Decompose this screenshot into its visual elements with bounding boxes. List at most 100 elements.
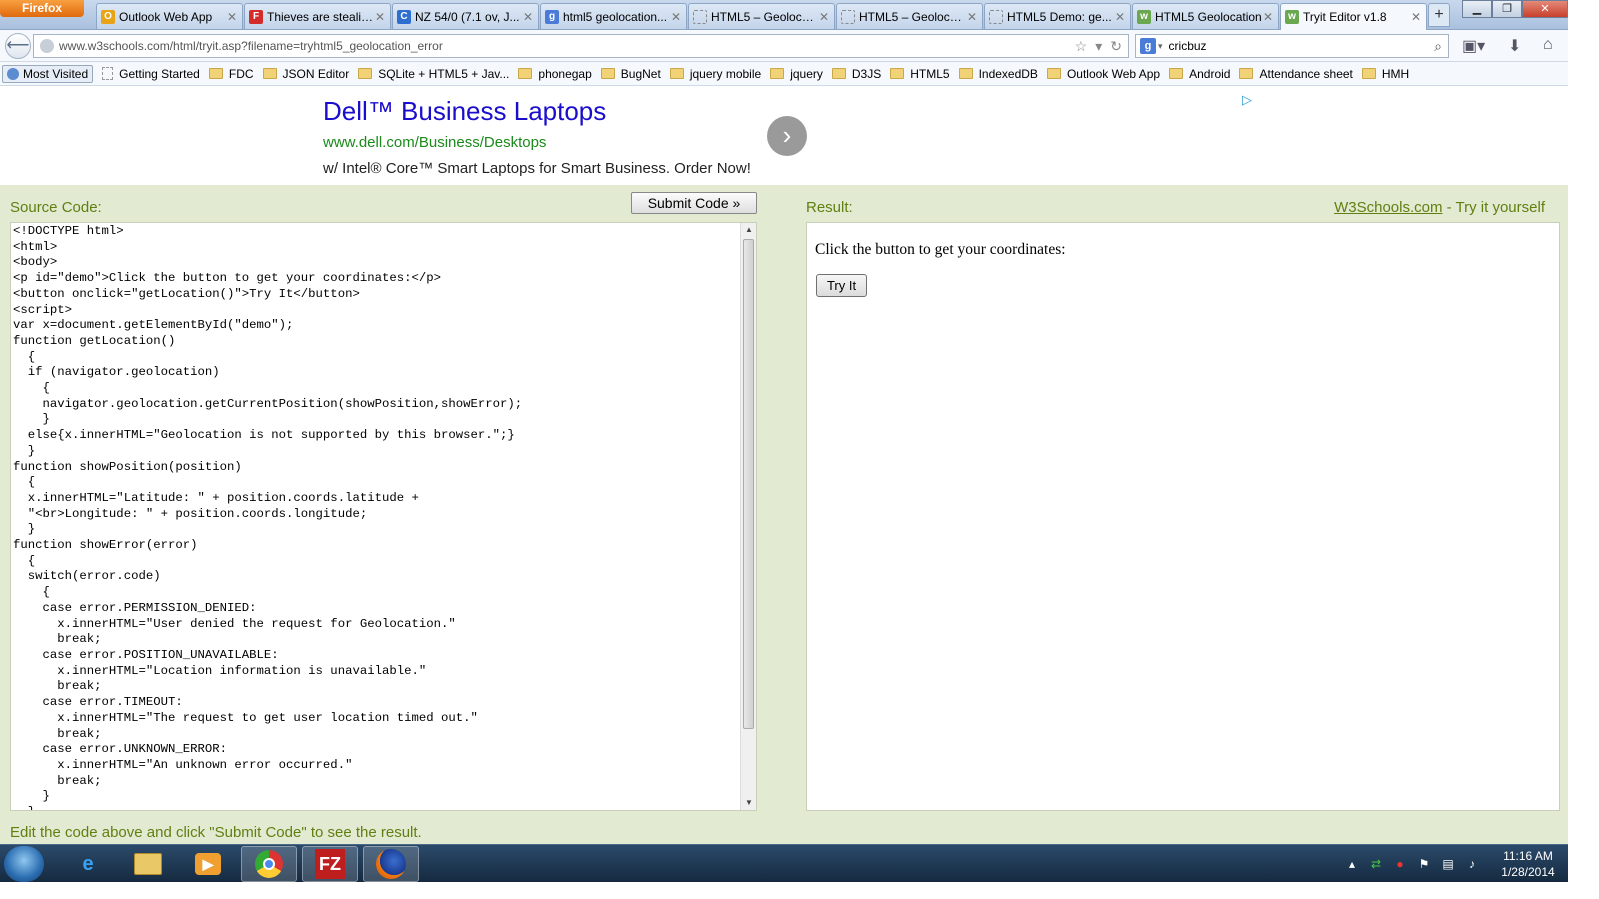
folder-icon (358, 68, 373, 79)
url-text[interactable]: www.w3schools.com/html/tryit.asp?filenam… (59, 39, 1075, 53)
submit-code-button[interactable]: Submit Code » (631, 192, 757, 214)
bookmark-item[interactable]: IndexedDB (958, 66, 1038, 81)
start-button[interactable] (4, 846, 44, 882)
firefox-menu-button[interactable]: Firefox (0, 0, 84, 17)
google-icon: g (545, 9, 559, 24)
bookmark-item[interactable]: jquery (770, 67, 823, 81)
close-window-button[interactable]: ✕ (1522, 0, 1568, 18)
clock[interactable]: 11:16 AM 1/28/2014 (1488, 848, 1568, 880)
action-center-flag-icon[interactable]: ⚑ (1416, 856, 1432, 872)
code-scrollbar[interactable]: ▲ ▼ (740, 223, 756, 810)
minimize-button[interactable]: ▁ (1462, 0, 1492, 18)
try-it-button[interactable]: Try It (816, 274, 867, 297)
bookmark-label: JSON Editor (282, 66, 350, 81)
tab-close-icon[interactable]: ✕ (1410, 10, 1422, 24)
new-tab-button[interactable]: + (1428, 3, 1450, 27)
result-label: Result: (806, 199, 853, 216)
bookmark-item[interactable]: D3JS (831, 67, 881, 81)
reload-icon[interactable]: ↻ (1110, 38, 1122, 55)
tab-close-icon[interactable]: ✕ (966, 10, 978, 24)
ad-url[interactable]: www.dell.com/Business/Desktops (323, 134, 546, 151)
google-search-engine-icon[interactable]: g (1140, 38, 1156, 54)
bookmark-label: phonegap (538, 66, 592, 81)
folder-icon (1169, 68, 1184, 79)
tab-close-icon[interactable]: ✕ (818, 10, 830, 24)
search-input[interactable]: cricbuz (1163, 39, 1435, 53)
tab-title: HTML5 – Geoloca... (711, 9, 818, 24)
tab-close-icon[interactable]: ✕ (374, 10, 386, 24)
home-icon[interactable]: ⌂ (1543, 36, 1553, 54)
media-player-icon[interactable]: ▶ (180, 846, 236, 882)
browser-tab[interactable]: w HTML5 Geolocation ✕ (1132, 3, 1279, 29)
adchoices-icon[interactable]: ▷ (1242, 92, 1252, 108)
back-button[interactable]: ⟵ (5, 33, 31, 59)
file-explorer-icon[interactable] (120, 846, 176, 882)
folder-icon (669, 68, 684, 79)
bookmark-label: SQLite + HTML5 + Jav... (378, 66, 510, 81)
scrollbar-thumb[interactable] (743, 239, 754, 729)
code-text[interactable]: <!DOCTYPE html> <html> <body> <p id="dem… (13, 224, 522, 810)
bookmark-item[interactable]: Android (1169, 67, 1230, 81)
tab-close-icon[interactable]: ✕ (226, 10, 238, 24)
bookmark-item[interactable]: HTML5 (890, 67, 950, 81)
bookmark-item[interactable]: JSON Editor (262, 66, 350, 81)
browser-tab[interactable]: g html5 geolocation... ✕ (540, 3, 687, 29)
browser-tab[interactable]: HTML5 – Geoloca... ✕ (688, 3, 835, 29)
bookmark-item[interactable]: Most Visited (2, 64, 94, 83)
address-bar[interactable]: www.w3schools.com/html/tryit.asp?filenam… (33, 34, 1129, 58)
folder-icon (1361, 68, 1376, 79)
bookmark-item[interactable]: Outlook Web App (1046, 67, 1160, 81)
internet-explorer-icon[interactable]: e (60, 846, 116, 882)
windows-taskbar: e ▶ FZ ▴ ⇄ ● ⚑ ▤ ♪ 11:16 AM 1/28/2014 (0, 844, 1568, 882)
bookmark-item[interactable]: SQLite + HTML5 + Jav... (358, 67, 509, 81)
downloads-icon[interactable]: ⬇ (1508, 36, 1521, 56)
browser-tab[interactable]: O Outlook Web App ✕ (96, 3, 243, 29)
browser-tab[interactable]: F Thieves are stealin... ✕ (244, 3, 391, 29)
antivirus-icon[interactable]: ● (1392, 856, 1408, 872)
volume-icon[interactable]: ♪ (1464, 856, 1480, 872)
search-icon[interactable]: ⌕ (1434, 38, 1442, 55)
browser-tab[interactable]: HTML5 Demo: ge... ✕ (984, 3, 1131, 29)
firefox-icon[interactable] (363, 846, 419, 882)
browser-tab[interactable]: C NZ 54/0 (7.1 ov, J... ✕ (392, 3, 539, 29)
bookmark-label: IndexedDB (978, 66, 1038, 81)
browser-tab[interactable]: HTML5 – Geoloca... ✕ (836, 3, 983, 29)
bookmark-item[interactable]: phonegap (518, 66, 592, 81)
tab-close-icon[interactable]: ✕ (522, 10, 534, 24)
source-code-label: Source Code: (10, 199, 102, 216)
folder-icon (600, 68, 615, 79)
bookmark-label: Attendance sheet (1259, 66, 1353, 81)
browser-tab[interactable]: w Tryit Editor v1.8 ✕ (1280, 3, 1427, 30)
blank-page-icon (693, 9, 707, 24)
restore-button[interactable]: ❐ (1492, 0, 1522, 18)
bookmark-item[interactable]: jquery mobile (669, 67, 761, 81)
search-box[interactable]: g ▾ cricbuz ⌕ (1135, 34, 1449, 58)
bookmark-item[interactable]: Getting Started (102, 67, 200, 81)
bookmark-item[interactable]: FDC (208, 67, 254, 81)
ad-title[interactable]: Dell™ Business Laptops (323, 96, 606, 127)
show-hidden-icons-arrow-icon[interactable]: ▴ (1344, 856, 1360, 872)
dropdown-arrow-icon[interactable]: ▾ (1095, 38, 1102, 55)
tab-title: Tryit Editor v1.8 (1303, 10, 1387, 24)
tab-title: NZ 54/0 (7.1 ov, J... (415, 9, 520, 24)
bookmark-item[interactable]: HMH (1361, 67, 1409, 81)
system-tray: ▴ ⇄ ● ⚑ ▤ ♪ 11:16 AM 1/28/2014 (1344, 845, 1568, 883)
ad-next-arrow-icon[interactable]: › (767, 116, 807, 156)
bookmark-star-icon[interactable]: ☆ (1075, 38, 1088, 55)
network-icon[interactable]: ▤ (1440, 856, 1456, 872)
bookmark-item[interactable]: Attendance sheet (1239, 66, 1353, 81)
scroll-down-arrow-icon[interactable]: ▼ (741, 796, 756, 810)
filezilla-icon[interactable]: FZ (302, 846, 358, 882)
tab-close-icon[interactable]: ✕ (670, 10, 682, 24)
tab-title: HTML5 Demo: ge... (1007, 9, 1112, 24)
bookmark-item[interactable]: BugNet (600, 67, 661, 81)
sync-icon[interactable]: ⇄ (1368, 856, 1384, 872)
result-paragraph: Click the button to get your coordinates… (815, 241, 1066, 258)
tab-close-icon[interactable]: ✕ (1262, 10, 1274, 24)
code-textarea[interactable]: <!DOCTYPE html> <html> <body> <p id="dem… (10, 222, 757, 811)
w3schools-link[interactable]: W3Schools.com (1334, 199, 1442, 216)
chrome-icon[interactable] (241, 846, 297, 882)
bookmarks-menu-icon[interactable]: ▣▾ (1462, 36, 1485, 56)
scroll-up-arrow-icon[interactable]: ▲ (741, 223, 756, 237)
tab-close-icon[interactable]: ✕ (1114, 10, 1126, 24)
